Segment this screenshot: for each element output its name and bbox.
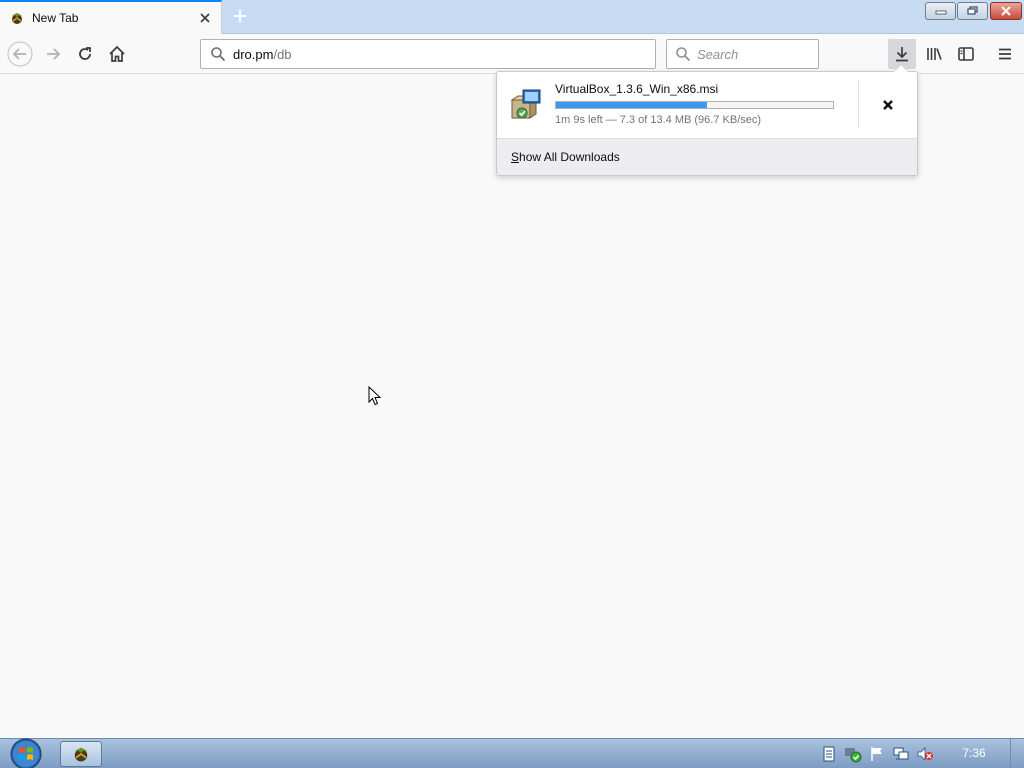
- close-icon: [883, 100, 893, 110]
- downloads-panel: VirtualBox_1.3.6_Win_x86.msi 1m 9s left …: [496, 64, 918, 176]
- library-icon: [927, 48, 942, 60]
- firefox-favicon-icon: [11, 13, 23, 24]
- plus-icon: [234, 10, 246, 22]
- tab-close-button[interactable]: [197, 10, 213, 26]
- show-all-accesskey: S: [511, 150, 520, 164]
- url-bar[interactable]: dro.pm/db: [200, 39, 656, 69]
- back-icon: [7, 41, 33, 67]
- search-icon: [209, 45, 227, 63]
- taskbar-clock[interactable]: 7:36: [948, 746, 1000, 760]
- title-bar: New Tab: [0, 0, 1024, 34]
- reload-icon: [79, 47, 91, 60]
- minimize-icon: [935, 10, 946, 15]
- close-icon: [1001, 6, 1011, 16]
- sidebar-button[interactable]: [952, 39, 980, 69]
- show-all-label-rest: how All Downloads: [519, 150, 620, 164]
- search-icon: [675, 46, 691, 62]
- mouse-cursor-icon: [368, 386, 382, 406]
- system-tray: [820, 743, 934, 765]
- url-path: /db: [273, 46, 292, 62]
- document-tray-icon[interactable]: [820, 745, 838, 763]
- show-all-downloads-button[interactable]: Show All Downloads: [497, 138, 917, 175]
- windows-start-icon[interactable]: [8, 737, 44, 768]
- download-filename: VirtualBox_1.3.6_Win_x86.msi: [555, 82, 719, 96]
- search-input[interactable]: [697, 46, 807, 62]
- security-check-tray-icon[interactable]: [844, 745, 862, 763]
- url-text[interactable]: dro.pm/db: [233, 47, 292, 62]
- forward-button[interactable]: [39, 40, 67, 68]
- search-bar[interactable]: [666, 39, 819, 69]
- url-host: dro.pm: [233, 46, 274, 62]
- network-tray-icon[interactable]: [892, 745, 910, 763]
- restore-icon: [966, 6, 978, 15]
- minimize-button[interactable]: [925, 2, 956, 20]
- restore-button[interactable]: [957, 2, 988, 20]
- hamburger-menu-icon: [999, 48, 1011, 60]
- sidebar-icon: [958, 47, 974, 61]
- tab-title: New Tab: [32, 11, 79, 25]
- download-separator: [858, 80, 859, 128]
- firefox-favicon-icon: [73, 747, 89, 762]
- download-status: 1m 9s left — 7.3 of 13.4 MB (96.7 KB/sec…: [555, 114, 762, 126]
- new-tab-button[interactable]: [228, 5, 252, 27]
- home-button[interactable]: [103, 40, 131, 68]
- download-progress-bar: [555, 101, 834, 109]
- taskbar: 7:36: [0, 738, 1024, 768]
- library-button[interactable]: [920, 39, 948, 69]
- window-close-button[interactable]: [990, 2, 1022, 20]
- menu-button[interactable]: [991, 39, 1019, 69]
- action-center-flag-icon[interactable]: [868, 745, 886, 763]
- taskbar-browser-button[interactable]: [60, 741, 102, 767]
- cancel-download-button[interactable]: [875, 92, 901, 118]
- navigation-toolbar: dro.pm/db: [0, 34, 1024, 74]
- download-progress-fill: [556, 102, 707, 108]
- download-arrow-icon: [896, 47, 908, 62]
- forward-icon: [47, 48, 61, 60]
- close-icon: [200, 13, 210, 23]
- installer-package-icon: [510, 89, 541, 119]
- tab-new-tab[interactable]: New Tab: [0, 0, 222, 34]
- panel-arrow: [893, 64, 909, 72]
- show-desktop-button[interactable]: [1010, 739, 1024, 768]
- volume-muted-icon[interactable]: [916, 745, 934, 763]
- show-all-downloads-label: Show All Downloads: [511, 150, 620, 164]
- back-button[interactable]: [6, 40, 34, 68]
- reload-button[interactable]: [71, 40, 99, 68]
- home-icon: [109, 45, 125, 62]
- download-item[interactable]: VirtualBox_1.3.6_Win_x86.msi 1m 9s left …: [497, 72, 917, 138]
